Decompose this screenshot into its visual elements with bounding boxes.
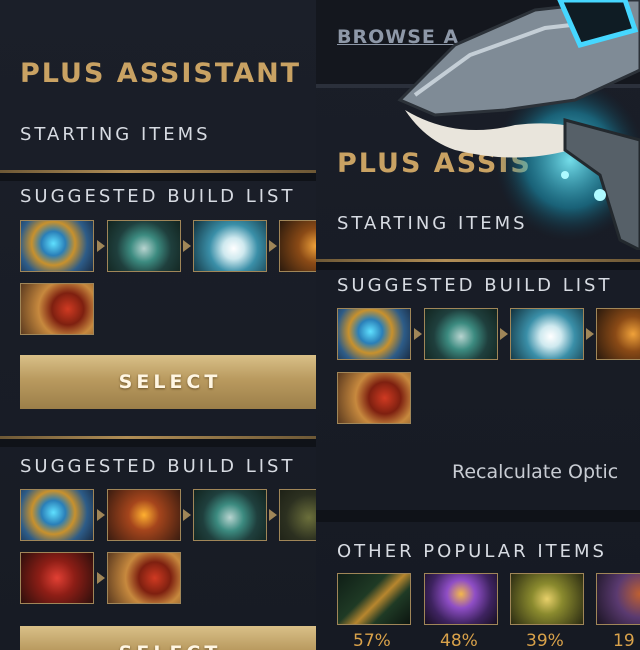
recalculate-options-button[interactable]: Recalculate Optic — [452, 461, 618, 483]
divider-shadow — [316, 510, 640, 522]
panel-title: PLUS ASSISTANT — [20, 58, 302, 89]
arrow-icon — [97, 509, 105, 521]
arcane-boots-icon[interactable] — [20, 489, 94, 541]
wisp-icon[interactable] — [279, 489, 316, 541]
red-boots-icon[interactable] — [20, 283, 94, 335]
shield-icon[interactable] — [107, 489, 181, 541]
popularity-percent: 48% — [440, 631, 478, 650]
select-button[interactable]: SELECT — [20, 626, 316, 650]
divider-shadow — [0, 439, 316, 447]
popularity-percent: 57% — [353, 631, 391, 650]
popularity-percent: 39% — [526, 631, 564, 650]
arrow-icon — [183, 240, 191, 252]
arrow-icon — [97, 572, 105, 584]
arrow-icon — [269, 509, 277, 521]
panel-title: PLUS ASSIS — [337, 148, 532, 179]
phase-boots-icon[interactable] — [107, 220, 181, 272]
arrow-icon — [269, 240, 277, 252]
arrow-icon — [586, 328, 594, 340]
divider-shadow — [0, 173, 316, 181]
right-panel: BROWSE A PLUS ASSIS STARTING ITEMS SUGGE… — [316, 0, 640, 650]
blade-icon[interactable] — [510, 308, 584, 360]
helm-icon[interactable] — [596, 308, 640, 360]
arrow-icon — [500, 328, 508, 340]
arrow-icon — [414, 328, 422, 340]
phase-boots-icon[interactable] — [424, 308, 498, 360]
suggested-build-label: SUGGESTED BUILD LIST — [20, 456, 296, 477]
blade-icon[interactable] — [193, 220, 267, 272]
suggested-build-label: SUGGESTED BUILD LIST — [337, 275, 613, 296]
arrow-icon — [97, 240, 105, 252]
select-button[interactable]: SELECT — [20, 355, 316, 409]
arcane-boots-icon[interactable] — [337, 308, 411, 360]
browse-link[interactable]: BROWSE A — [337, 26, 459, 48]
mage-icon[interactable] — [424, 573, 498, 625]
helm-icon[interactable] — [279, 220, 316, 272]
panel-edge — [316, 84, 640, 88]
arrow-icon — [183, 509, 191, 521]
suggested-build-label: SUGGESTED BUILD LIST — [20, 186, 296, 207]
arcane-boots-icon[interactable] — [20, 220, 94, 272]
starting-items-label[interactable]: STARTING ITEMS — [20, 124, 211, 145]
red-boots-icon[interactable] — [107, 552, 181, 604]
divider-shadow — [316, 262, 640, 270]
left-panel: PLUS ASSISTANT STARTING ITEMS SUGGESTED … — [0, 0, 316, 650]
other-popular-items-label: OTHER POPULAR ITEMS — [337, 541, 607, 562]
red-orb-icon[interactable] — [20, 552, 94, 604]
part-icon[interactable] — [596, 573, 640, 625]
phase-boots-icon[interactable] — [193, 489, 267, 541]
red-boots-icon[interactable] — [337, 372, 411, 424]
staff-icon[interactable] — [337, 573, 411, 625]
starting-items-label[interactable]: STARTING ITEMS — [337, 213, 528, 234]
popularity-percent: 19 — [613, 631, 635, 650]
mech-icon[interactable] — [510, 573, 584, 625]
